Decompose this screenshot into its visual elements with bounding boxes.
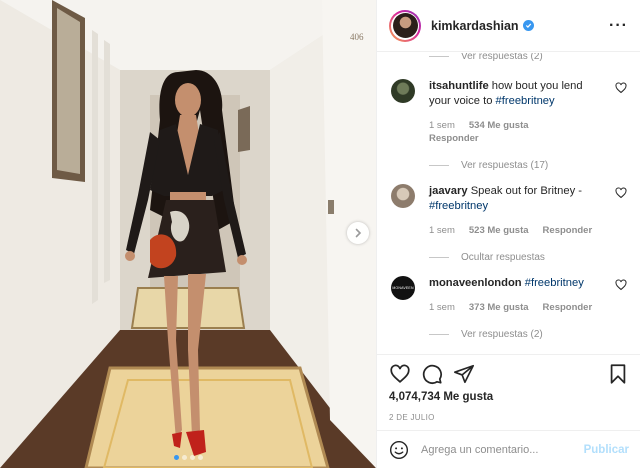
comment-meta: 1 sem 523 Me gusta Responder: [429, 224, 607, 237]
emoji-icon[interactable]: [389, 440, 409, 460]
post-actions: 4,074,734 Me gusta 2 DE JULIO: [377, 354, 640, 430]
reply-button[interactable]: Responder: [543, 302, 593, 313]
like-heart-icon[interactable]: [389, 363, 411, 385]
commenter-username[interactable]: jaavary: [429, 185, 468, 197]
like-comment-heart-icon[interactable]: [615, 82, 627, 94]
author-username[interactable]: kimkardashian: [431, 19, 519, 33]
chevron-right-icon: [355, 228, 362, 238]
post-date[interactable]: 2 DE JULIO: [389, 413, 629, 422]
comment-text: Speak out for Britney -: [470, 185, 582, 197]
instagram-post-modal: 406 kimkardashian ··· Ver respuestas (2): [0, 0, 640, 468]
comment-meta: 1 sem 373 Me gusta Responder: [429, 301, 607, 314]
commenter-username[interactable]: itsahuntlife: [429, 80, 489, 92]
post-header: kimkardashian ···: [377, 0, 640, 52]
comment-item: itsahuntlife how bout you lend your voic…: [377, 79, 640, 145]
commenter-username[interactable]: monaveenlondon: [429, 277, 522, 289]
view-replies-button[interactable]: Ver respuestas (17): [377, 159, 640, 171]
commenter-avatar[interactable]: MONAVEEN: [391, 276, 415, 300]
carousel-dot: [173, 455, 179, 460]
reply-button[interactable]: Responder: [543, 225, 593, 236]
comment-input[interactable]: [421, 443, 584, 456]
hashtag-link[interactable]: #freebritney: [429, 200, 488, 212]
comment-item: jaavary Speak out for Britney - #freebri…: [377, 184, 640, 237]
comment-meta: 1 sem 534 Me gusta Responder: [429, 119, 607, 145]
carousel-dots: [0, 455, 376, 460]
avatar-logo-text: MONAVEEN: [392, 286, 414, 290]
comment-likes[interactable]: 373 Me gusta: [469, 302, 529, 313]
comment-time: 1 sem: [429, 302, 455, 313]
hashtag-link[interactable]: #freebritney: [496, 95, 555, 107]
comment-time: 1 sem: [429, 120, 455, 131]
share-paper-plane-icon[interactable]: [453, 363, 475, 385]
commenter-avatar[interactable]: [391, 184, 415, 208]
view-replies-button[interactable]: Ver respuestas (2): [377, 328, 640, 340]
comment-bubble-icon[interactable]: [421, 363, 443, 385]
like-comment-heart-icon[interactable]: [615, 187, 627, 199]
author-avatar[interactable]: [389, 9, 421, 42]
comment-item: MONAVEEN monaveenlondon #freebritney 1 s…: [377, 276, 640, 314]
verified-badge-icon: [522, 20, 534, 31]
reply-button[interactable]: Responder: [429, 133, 479, 144]
view-replies-button[interactable]: Ver respuestas (2): [377, 53, 640, 62]
save-bookmark-icon[interactable]: [607, 363, 629, 385]
hallway-photo: 406: [0, 0, 376, 468]
post-sidebar: kimkardashian ··· Ver respuestas (2) its…: [376, 0, 640, 468]
comment-composer: Publicar: [377, 430, 640, 468]
comment-likes[interactable]: 534 Me gusta: [469, 120, 529, 131]
comment-time: 1 sem: [429, 225, 455, 236]
commenter-avatar[interactable]: [391, 79, 415, 103]
comment-likes[interactable]: 523 Me gusta: [469, 225, 529, 236]
carousel-next-button[interactable]: [347, 222, 369, 244]
carousel-dot: [197, 455, 203, 460]
post-photo[interactable]: 406: [0, 0, 376, 468]
hashtag-link[interactable]: #freebritney: [525, 277, 584, 289]
carousel-dot: [189, 455, 195, 460]
comments-list[interactable]: Ver respuestas (2) itsahuntlife how bout…: [377, 53, 640, 354]
publish-button[interactable]: Publicar: [584, 444, 629, 456]
like-comment-heart-icon[interactable]: [615, 279, 627, 291]
hide-replies-button[interactable]: Ocultar respuestas: [377, 251, 640, 263]
likes-count[interactable]: 4,074,734 Me gusta: [389, 391, 629, 403]
door-number: 406: [350, 32, 364, 42]
carousel-dot: [181, 455, 187, 460]
more-options-button[interactable]: ···: [609, 17, 628, 35]
